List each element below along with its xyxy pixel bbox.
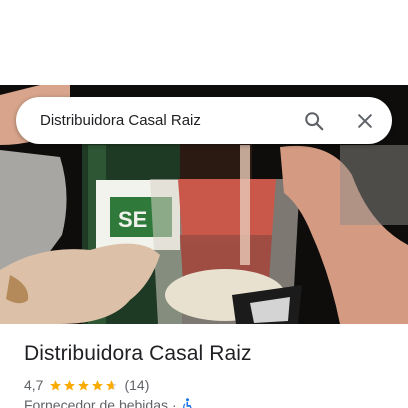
star-icon: [64, 379, 76, 390]
wheelchair-accessible-icon: [182, 398, 192, 408]
star-icon: [50, 379, 62, 390]
category-row: Fornecedor de bebidas ·: [24, 397, 193, 408]
review-count[interactable]: (14): [124, 377, 149, 393]
separator-dot: ·: [172, 397, 177, 408]
star-half-icon: [106, 379, 118, 390]
star-icon: [78, 379, 90, 390]
close-button[interactable]: [349, 105, 381, 137]
rating-value: 4,7: [24, 377, 44, 393]
search-bar[interactable]: Distribuidora Casal Raiz: [16, 97, 392, 144]
place-info-panel: Distribuidora Casal Raiz 4,7 (14) Fornec…: [0, 324, 408, 408]
bottle-label-text: SE: [118, 207, 147, 232]
search-input[interactable]: Distribuidora Casal Raiz: [40, 97, 201, 144]
top-blank-area: [0, 0, 408, 85]
search-icon: [305, 112, 324, 131]
star-icon: [92, 379, 104, 390]
place-category: Fornecedor de bebidas: [24, 397, 168, 408]
rating-row[interactable]: 4,7 (14): [24, 376, 149, 394]
search-button[interactable]: [298, 105, 330, 137]
star-rating: [49, 379, 119, 392]
place-title: Distribuidora Casal Raiz: [24, 342, 252, 365]
close-icon: [358, 114, 372, 128]
